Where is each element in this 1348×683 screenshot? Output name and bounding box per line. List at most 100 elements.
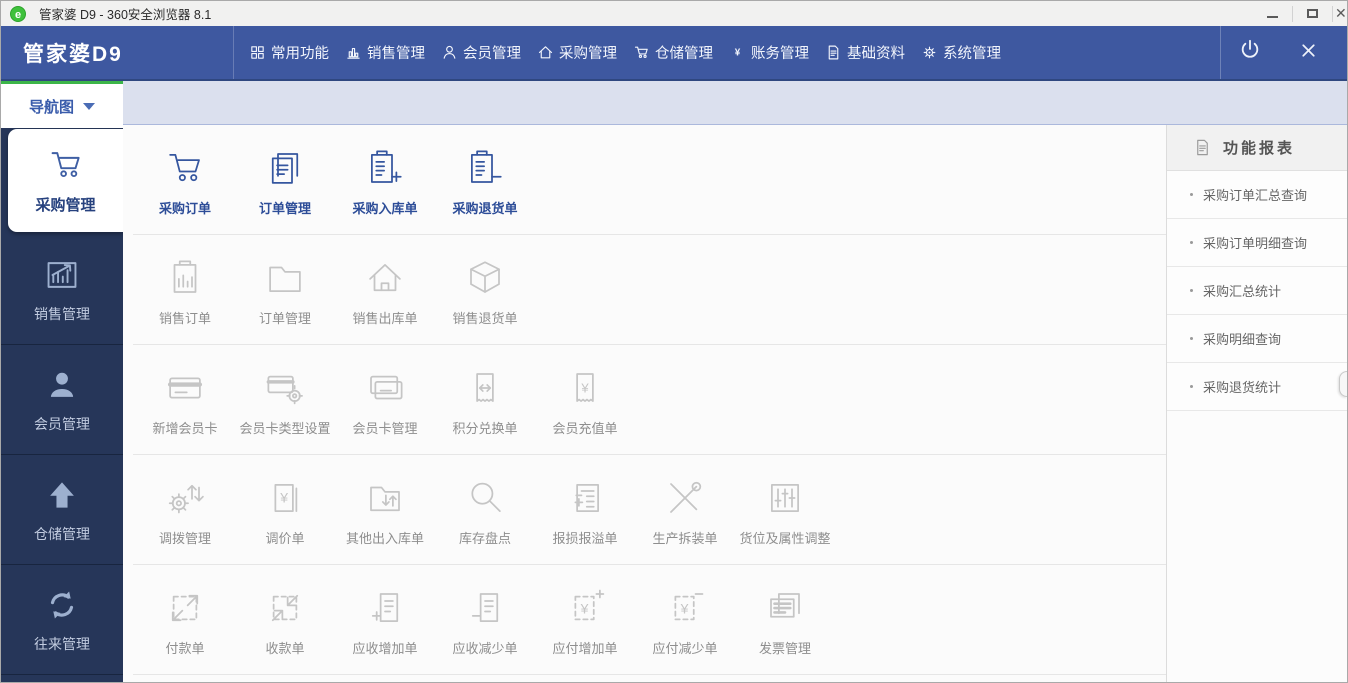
app-logo: 管家婆D9 bbox=[23, 38, 123, 68]
app-tile-label: 订单管理 bbox=[259, 198, 311, 217]
app-tile[interactable]: 订单管理 bbox=[235, 144, 335, 217]
invoices-icon bbox=[764, 586, 806, 630]
report-link-label: 采购订单汇总查询 bbox=[1203, 185, 1307, 204]
sidebar-item[interactable]: 仓储管理 bbox=[1, 455, 123, 565]
app-tile[interactable]: 应收增加单 bbox=[335, 584, 435, 657]
app-tile-label: 采购退货单 bbox=[452, 198, 517, 217]
tab-label: 导航图 bbox=[29, 96, 74, 117]
app-tile[interactable]: 发票管理 bbox=[735, 584, 835, 657]
card-icon bbox=[164, 366, 206, 410]
docplus-icon bbox=[364, 586, 406, 630]
app-tile[interactable]: 采购入库单 bbox=[335, 144, 435, 217]
app-tile[interactable]: 报损报溢单 bbox=[535, 474, 635, 547]
magnifier-icon bbox=[464, 476, 506, 520]
grid-icon bbox=[249, 44, 266, 61]
app-tile[interactable]: 销售出库单 bbox=[335, 254, 435, 327]
app-tile[interactable]: 其他出入库单 bbox=[335, 474, 435, 547]
close-icon: ✕ bbox=[1335, 5, 1347, 22]
report-link-label: 采购退货统计 bbox=[1203, 377, 1281, 396]
app-tile[interactable]: 销售订单 bbox=[135, 254, 235, 327]
sidebar-item[interactable]: 采购管理 bbox=[8, 129, 123, 232]
folder-icon bbox=[264, 256, 306, 300]
app-tile[interactable]: 新增会员卡 bbox=[135, 364, 235, 437]
docpm-icon bbox=[564, 476, 606, 520]
personsolid-icon bbox=[43, 366, 81, 404]
reports-panel-title: 功能报表 bbox=[1223, 137, 1295, 158]
app-tile[interactable]: 积分兑换单 bbox=[435, 364, 535, 437]
titlebar: e 管家婆 D9 - 360安全浏览器 8.1 ✕ bbox=[1, 1, 1347, 26]
report-link[interactable]: 采购订单汇总查询 bbox=[1167, 171, 1347, 219]
app-tile[interactable]: ¥应付增加单 bbox=[535, 584, 635, 657]
bullet-dot-icon bbox=[1190, 385, 1193, 388]
app-tile-label: 新增会员卡 bbox=[152, 418, 217, 437]
browser-edge-gadget[interactable] bbox=[1339, 371, 1347, 397]
app-tile[interactable]: 库存盘点 bbox=[435, 474, 535, 547]
app-tile-label: 应收减少单 bbox=[452, 638, 517, 657]
browser-360-logo-icon: e bbox=[10, 6, 26, 22]
barchart-icon bbox=[345, 44, 362, 61]
report-link[interactable]: 采购汇总统计 bbox=[1167, 267, 1347, 315]
navbar-item[interactable]: 销售管理 bbox=[342, 38, 428, 67]
app-tile[interactable]: 付款单 bbox=[135, 584, 235, 657]
navbar-item[interactable]: 仓储管理 bbox=[630, 38, 716, 67]
app-tile[interactable]: ¥调价单 bbox=[235, 474, 335, 547]
app-tile[interactable]: 订单管理 bbox=[235, 254, 335, 327]
sidebar-item[interactable]: 往来管理 bbox=[1, 565, 123, 675]
bullet-dot-icon bbox=[1190, 337, 1193, 340]
app-tile[interactable]: 采购订单 bbox=[135, 144, 235, 217]
cart-icon bbox=[633, 44, 650, 61]
svg-text:¥: ¥ bbox=[735, 48, 741, 59]
app-tile-label: 调拨管理 bbox=[159, 528, 211, 547]
exit-close-button[interactable] bbox=[1279, 40, 1337, 66]
navbar-item-label: 采购管理 bbox=[559, 42, 617, 63]
yen-icon: ¥ bbox=[729, 44, 746, 61]
tab-navigation-map[interactable]: 导航图 bbox=[1, 81, 123, 128]
tools-icon bbox=[664, 476, 706, 520]
app-tile[interactable]: 生产拆装单 bbox=[635, 474, 735, 547]
sidebar-item[interactable]: 销售管理 bbox=[1, 235, 123, 345]
app-tile[interactable]: 销售退货单 bbox=[435, 254, 535, 327]
navbar-item-label: 仓储管理 bbox=[655, 42, 713, 63]
report-link-label: 采购明细查询 bbox=[1203, 329, 1281, 348]
navbar-item[interactable]: ¥账务管理 bbox=[726, 38, 812, 67]
navbar-item[interactable]: 采购管理 bbox=[534, 38, 620, 67]
logout-power-button[interactable] bbox=[1221, 37, 1279, 68]
docminus-icon bbox=[464, 586, 506, 630]
navbar-item[interactable]: 常用功能 bbox=[246, 38, 332, 67]
reports-list: 采购订单汇总查询采购订单明细查询采购汇总统计采购明细查询采购退货统计 bbox=[1167, 171, 1347, 411]
app-tile[interactable]: 会员卡管理 bbox=[335, 364, 435, 437]
window-title: 管家婆 D9 - 360安全浏览器 8.1 bbox=[39, 4, 211, 23]
app-tile[interactable]: 调拨管理 bbox=[135, 474, 235, 547]
maximize-icon bbox=[1307, 9, 1318, 18]
app-tile[interactable]: ¥应付减少单 bbox=[635, 584, 735, 657]
chevron-down-icon bbox=[83, 103, 95, 110]
app-tile[interactable]: 采购退货单 bbox=[435, 144, 535, 217]
report-link[interactable]: 采购退货统计 bbox=[1167, 363, 1347, 411]
power-icon bbox=[1237, 37, 1263, 68]
sidebar-item-label: 会员管理 bbox=[34, 414, 90, 434]
navbar-item-label: 销售管理 bbox=[367, 42, 425, 63]
navbar-item[interactable]: 基础资料 bbox=[822, 38, 908, 67]
sidebar-item[interactable]: 会员管理 bbox=[1, 345, 123, 455]
chart-icon bbox=[43, 256, 81, 294]
maximize-button[interactable] bbox=[1293, 1, 1332, 26]
navigation-grid: 采购订单订单管理采购入库单采购退货单销售订单订单管理销售出库单销售退货单新增会员… bbox=[123, 125, 1166, 683]
report-link[interactable]: 采购订单明细查询 bbox=[1167, 219, 1347, 267]
browser-window: e 管家婆 D9 - 360安全浏览器 8.1 ✕ 管家婆D9 常用功能销售管理… bbox=[0, 0, 1348, 683]
report-link[interactable]: 采购明细查询 bbox=[1167, 315, 1347, 363]
app-tile[interactable]: 收款单 bbox=[235, 584, 335, 657]
app-tile[interactable]: 应收减少单 bbox=[435, 584, 535, 657]
app-tile[interactable]: 会员卡类型设置 bbox=[235, 364, 335, 437]
cards-icon bbox=[364, 366, 406, 410]
minimize-button[interactable] bbox=[1253, 1, 1292, 26]
navbar-item[interactable]: 系统管理 bbox=[918, 38, 1004, 67]
close-window-button[interactable]: ✕ bbox=[1333, 1, 1347, 26]
cube-icon bbox=[464, 256, 506, 300]
app-tile-label: 报损报溢单 bbox=[552, 528, 617, 547]
app-tile[interactable]: 货位及属性调整 bbox=[735, 474, 835, 547]
cart-icon bbox=[47, 146, 85, 184]
svg-text:¥: ¥ bbox=[580, 600, 589, 616]
app-tile[interactable]: ¥会员充值单 bbox=[535, 364, 635, 437]
navbar-item[interactable]: 会员管理 bbox=[438, 38, 524, 67]
rcptyen-icon: ¥ bbox=[564, 366, 606, 410]
